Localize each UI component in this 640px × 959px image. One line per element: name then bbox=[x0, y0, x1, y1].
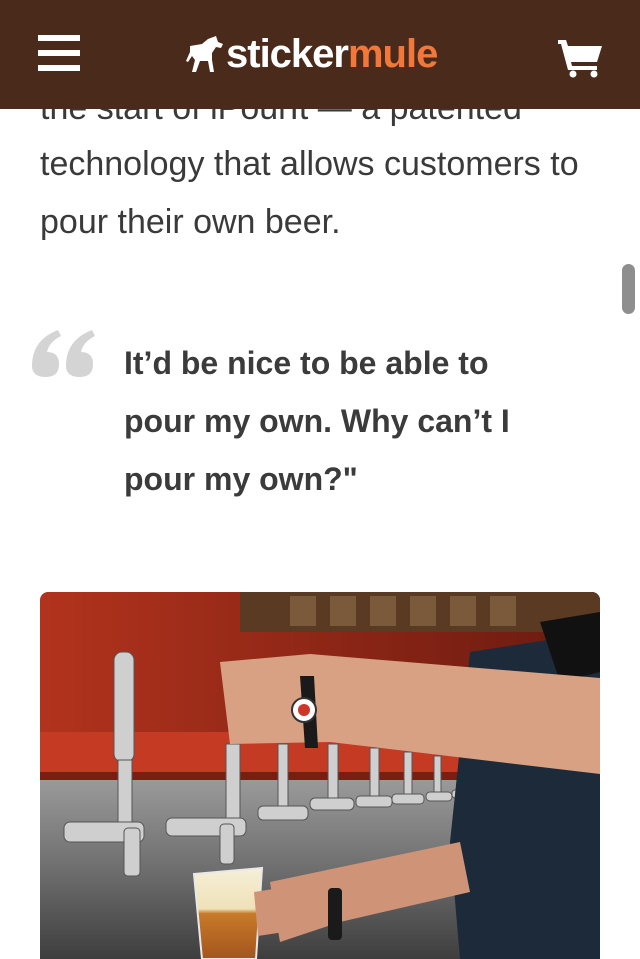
quote-mark-icon bbox=[32, 330, 95, 377]
shopping-cart-icon[interactable] bbox=[556, 38, 604, 78]
mule-logo-icon bbox=[186, 36, 223, 72]
scrollbar-thumb[interactable] bbox=[622, 264, 635, 314]
logo-text-sticker: sticker bbox=[226, 32, 349, 76]
logo-text-mule: mule bbox=[347, 32, 438, 76]
article-paragraph: technology that allows customers to pour… bbox=[40, 145, 579, 241]
site-header: sticker mule bbox=[0, 0, 640, 109]
stickermule-logo[interactable]: sticker mule bbox=[180, 28, 438, 80]
pull-quote: It’d be nice to be able to pour my own. … bbox=[124, 345, 510, 497]
photo-illustration bbox=[40, 592, 600, 959]
bartender-pouring-beer-photo bbox=[40, 592, 600, 959]
hamburger-menu-icon[interactable] bbox=[38, 35, 80, 71]
